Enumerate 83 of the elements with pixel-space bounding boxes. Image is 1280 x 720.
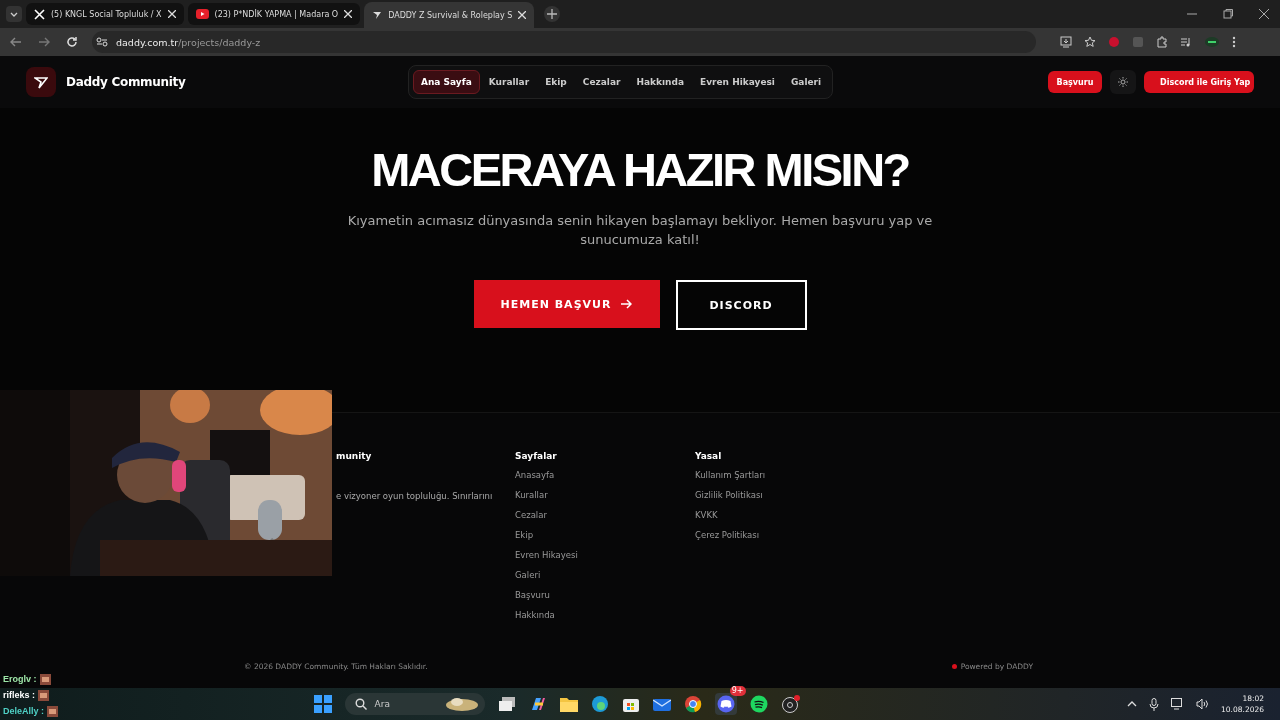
hero-subtitle: Kıyametin acımasız dünyasında senin hikayen başlamayı bekliyor. Hemen başvuru yap ve sunucumuza katıl! — [346, 212, 934, 249]
close-tab-icon[interactable] — [518, 11, 527, 19]
close-tab-icon[interactable] — [344, 10, 353, 18]
restore-icon[interactable] — [1223, 9, 1233, 19]
chat-username: Eroglv : — [3, 674, 37, 684]
folder-icon[interactable] — [559, 696, 578, 712]
sun-icon — [1118, 77, 1128, 87]
emote-icon — [39, 673, 51, 685]
nav-link[interactable]: Hakkında — [629, 71, 692, 93]
footer-heading: Yasal — [695, 451, 723, 461]
back-icon[interactable] — [10, 36, 22, 48]
install-icon[interactable] — [1060, 36, 1072, 48]
puzzle-icon[interactable] — [1156, 36, 1168, 48]
footer-link[interactable]: Hakkında — [515, 609, 695, 622]
footer-link[interactable]: Kullanım Şartları — [695, 469, 895, 482]
discord-taskbar-icon[interactable] — [714, 693, 737, 715]
edge-icon[interactable] — [590, 695, 609, 713]
play-icon — [195, 9, 209, 19]
search-icon — [354, 698, 367, 710]
browser-tab[interactable]: (23) P*NDİK YAPMA | Madara O — [187, 3, 361, 25]
theme-toggle-button[interactable] — [1110, 70, 1136, 94]
chevron-up-icon[interactable] — [1127, 701, 1138, 707]
footer-heading: Sayfalar — [515, 451, 558, 461]
task-view-icon[interactable] — [497, 696, 516, 712]
nav-link[interactable]: Evren Hikayesi — [693, 71, 782, 93]
nav-link[interactable]: Ana Sayfa — [413, 70, 480, 94]
site-settings-icon[interactable] — [96, 37, 108, 47]
emote-icon — [47, 705, 58, 717]
microphone-icon[interactable] — [1149, 697, 1160, 711]
arrow-right-icon — [621, 299, 633, 309]
footer-link[interactable]: KVKK — [695, 509, 895, 522]
hero-title: MACERAYA HAZIR MISIN? — [371, 142, 909, 197]
browser-tab[interactable]: DADDY Z Survival & Roleplay S — [364, 2, 535, 28]
nav-link[interactable]: Cezalar — [575, 71, 628, 93]
spotify-icon[interactable] — [749, 695, 768, 713]
obs-icon[interactable] — [780, 695, 801, 713]
logo-icon[interactable] — [26, 67, 56, 97]
menu-icon[interactable] — [1232, 36, 1236, 48]
brand-name[interactable]: Daddy Community — [66, 75, 186, 89]
new-tab-button[interactable] — [544, 6, 561, 22]
apply-now-button[interactable]: HEMEN BAŞVUR — [473, 280, 660, 328]
discord-login-button[interactable]: Discord ile Giriş Yap — [1144, 71, 1254, 93]
notification-badge: 9+ — [729, 686, 746, 696]
windows-start-icon[interactable] — [313, 695, 332, 713]
discord-button[interactable]: DISCORD — [675, 280, 807, 330]
browser-tab[interactable]: (5) KNGL Social Topluluk / X — [26, 3, 184, 25]
footer-link[interactable]: Cezalar — [515, 509, 695, 522]
footer-link[interactable]: Başvuru — [515, 589, 695, 602]
close-icon[interactable] — [1259, 9, 1269, 19]
footer-brand: munity — [336, 451, 373, 461]
tab-list-button[interactable] — [6, 6, 22, 22]
nav-link[interactable]: Ekip — [538, 71, 574, 93]
chat-username: rifleks : — [3, 690, 35, 700]
footer-link[interactable]: Galeri — [515, 569, 695, 582]
reload-icon[interactable] — [66, 36, 78, 48]
apply-button[interactable]: Başvuru — [1048, 71, 1102, 93]
volume-icon[interactable] — [1196, 698, 1210, 710]
footer-about-text: e vizyoner oyun topluluğu. Sınırlarını — [336, 491, 494, 501]
site-logo-icon — [372, 10, 383, 20]
footer-link[interactable]: Anasayfa — [515, 469, 695, 482]
nav-link[interactable]: Galeri — [783, 71, 829, 93]
nav-link[interactable]: Kurallar — [481, 71, 537, 93]
chat-username: DeleAlly : — [3, 706, 44, 716]
footer-link[interactable]: Evren Hikayesi — [515, 549, 695, 562]
landscape-icon — [444, 696, 479, 712]
profile-icon[interactable] — [1204, 36, 1220, 48]
emote-icon — [38, 689, 49, 701]
forward-icon[interactable] — [38, 36, 50, 48]
footer-link[interactable]: Gizlilik Politikası — [695, 489, 895, 502]
mail-icon[interactable] — [652, 696, 671, 712]
media-icon[interactable] — [1180, 36, 1192, 48]
status-dot-icon — [951, 664, 957, 669]
close-tab-icon[interactable] — [167, 10, 176, 18]
star-icon[interactable] — [1084, 36, 1096, 48]
footer-link[interactable]: Çerez Politikası — [695, 529, 895, 542]
address-field[interactable]: daddy.com.tr/projects/daddy-z — [92, 31, 1036, 53]
x-logo-icon — [34, 8, 45, 20]
footer-link[interactable]: Kurallar — [515, 489, 695, 502]
chrome-icon[interactable] — [683, 695, 702, 713]
search-field[interactable]: Ara — [344, 693, 485, 715]
plus-icon — [547, 9, 558, 19]
footer-link[interactable]: Ekip — [515, 529, 695, 542]
arrow-logo-icon — [34, 75, 48, 89]
